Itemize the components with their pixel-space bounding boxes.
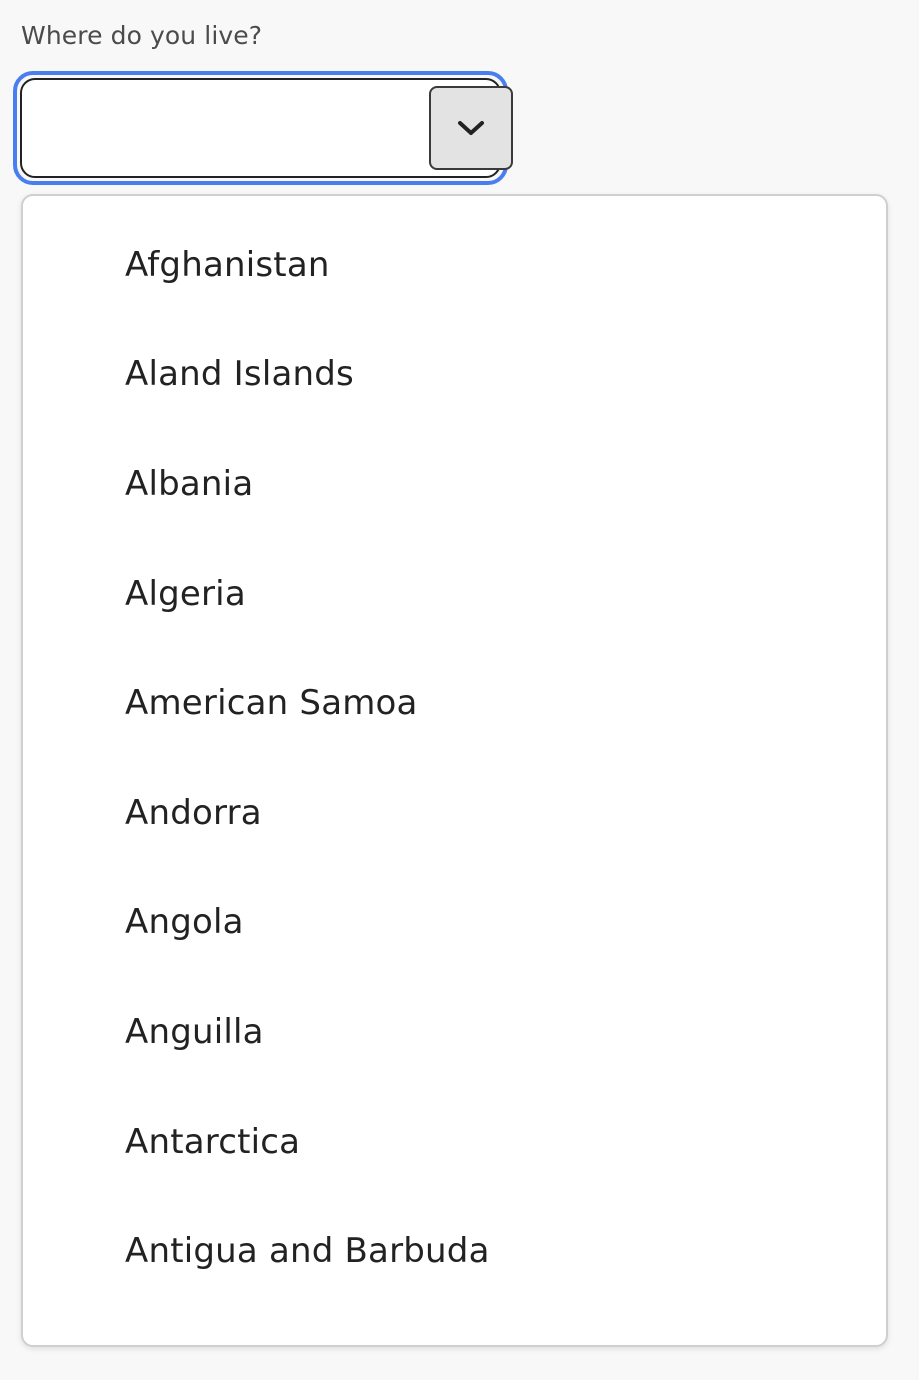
option-american-samoa[interactable]: American Samoa bbox=[23, 648, 886, 758]
option-angola[interactable]: Angola bbox=[23, 868, 886, 978]
chevron-down-icon bbox=[458, 121, 484, 135]
field-label: Where do you live? bbox=[21, 21, 263, 50]
option-andorra[interactable]: Andorra bbox=[23, 758, 886, 868]
option-antigua-and-barbuda[interactable]: Antigua and Barbuda bbox=[23, 1196, 886, 1306]
dropdown-toggle-button[interactable] bbox=[429, 86, 513, 170]
option-algeria[interactable]: Algeria bbox=[23, 539, 886, 649]
option-afghanistan[interactable]: Afghanistan bbox=[23, 210, 886, 320]
country-listbox[interactable]: Afghanistan Aland Islands Albania Algeri… bbox=[21, 194, 888, 1347]
country-combobox[interactable] bbox=[20, 78, 513, 178]
country-input[interactable] bbox=[34, 90, 408, 168]
option-albania[interactable]: Albania bbox=[23, 429, 886, 539]
option-aland-islands[interactable]: Aland Islands bbox=[23, 320, 886, 430]
option-antarctica[interactable]: Antarctica bbox=[23, 1087, 886, 1197]
option-anguilla[interactable]: Anguilla bbox=[23, 977, 886, 1087]
